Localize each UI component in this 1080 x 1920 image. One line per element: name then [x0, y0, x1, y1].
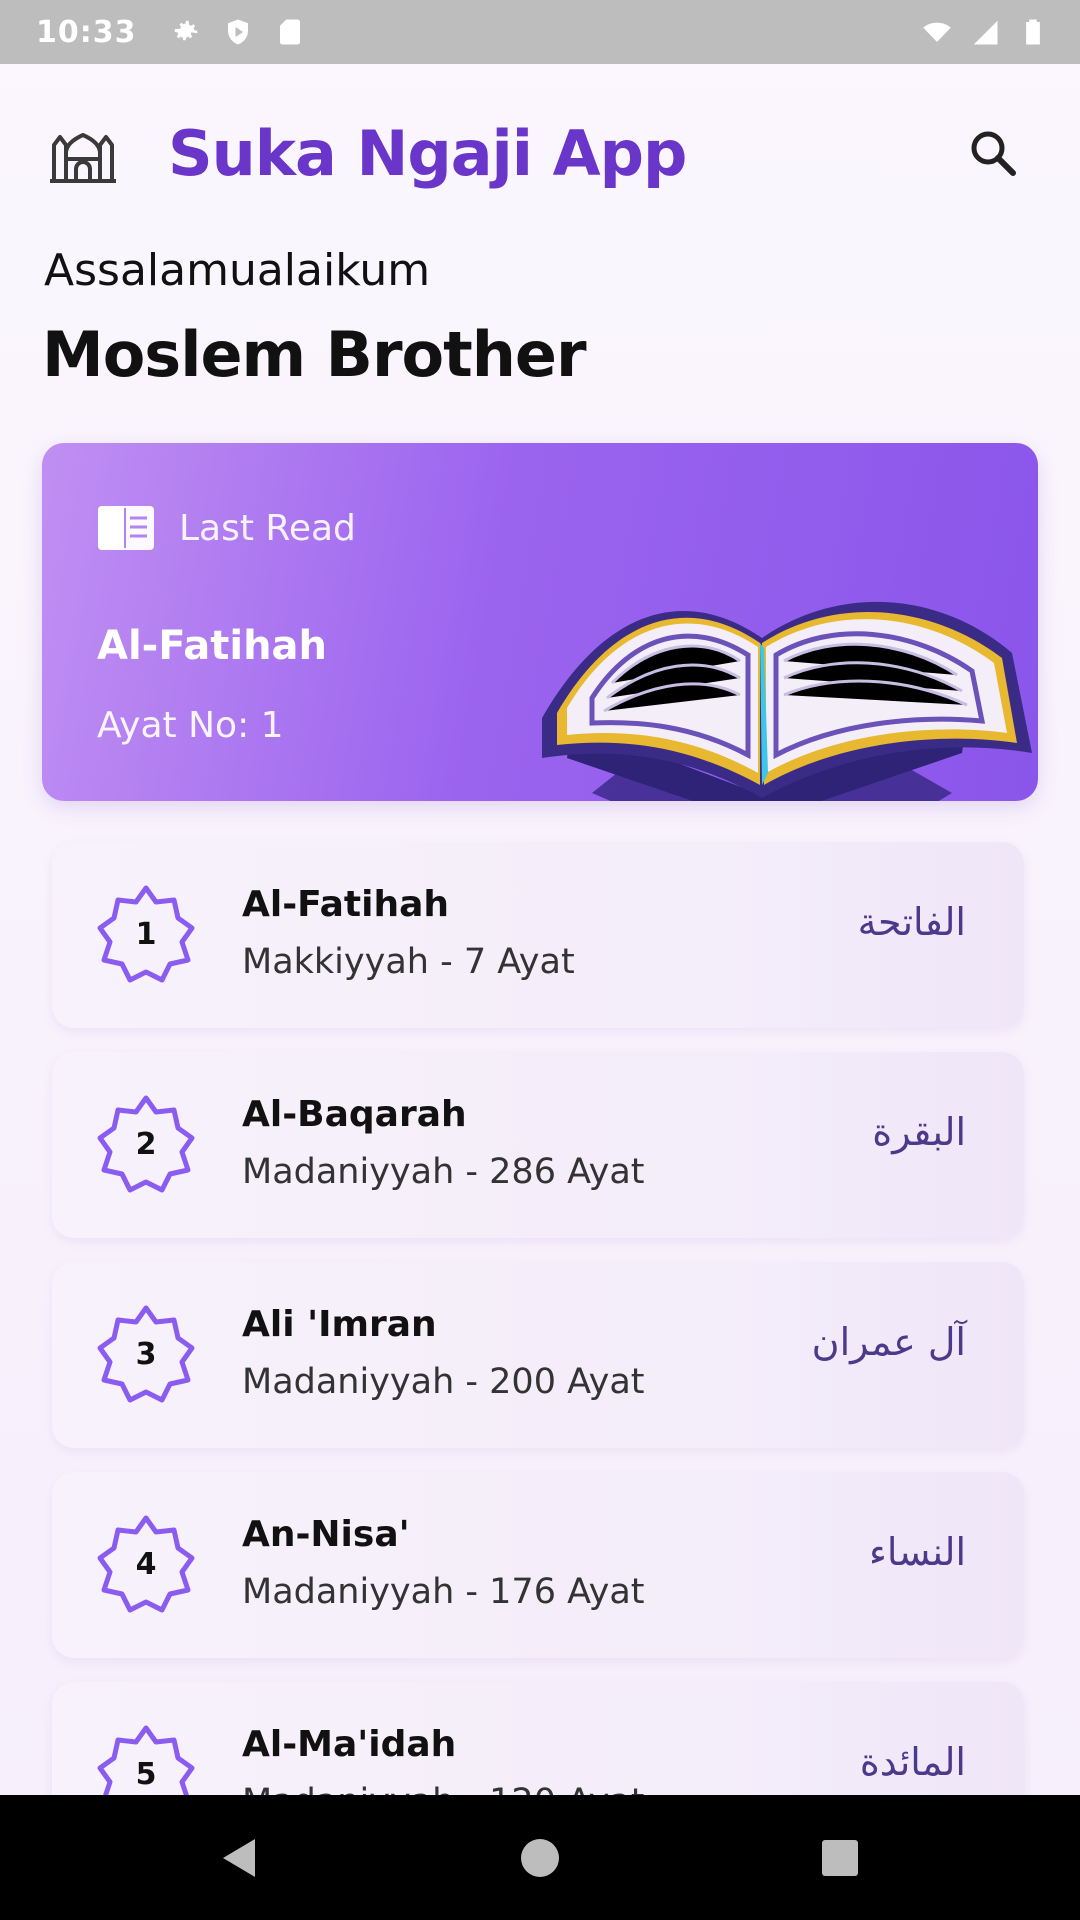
surah-name: Ali 'Imran	[242, 1304, 437, 1345]
surah-arabic-name: الفاتحة	[857, 900, 966, 944]
gear-icon	[171, 17, 201, 47]
app-title: Suka Ngaji App	[168, 117, 687, 190]
last-read-label-row: Last Read	[97, 505, 356, 551]
surah-name: Al-Fatihah	[242, 884, 450, 925]
surah-meta: Makkiyyah - 7 Ayat	[242, 942, 575, 982]
surah-number: 2	[135, 1126, 157, 1162]
status-icons-right	[922, 17, 1048, 47]
list-item[interactable]: 3 Ali 'Imran Madaniyyah - 200 Ayat آل عم…	[52, 1262, 1024, 1448]
surah-arabic-name: النساء	[869, 1530, 966, 1574]
last-read-ayat: Ayat No: 1	[97, 705, 284, 746]
navigation-bar	[0, 1795, 1080, 1920]
surah-arabic-name: المائدة	[859, 1740, 966, 1784]
signal-icon	[970, 17, 1000, 47]
surah-name: An-Nisa'	[242, 1514, 410, 1555]
surah-number-badge: 2	[94, 1092, 198, 1196]
surah-meta: Madaniyyah - 286 Ayat	[242, 1152, 645, 1192]
wifi-icon	[922, 17, 952, 47]
surah-number-badge: 3	[94, 1302, 198, 1406]
surah-meta: Madaniyyah - 200 Ayat	[242, 1362, 645, 1402]
user-name: Moslem Brother	[42, 318, 587, 391]
battery-icon	[1018, 17, 1048, 47]
mosque-icon[interactable]	[48, 123, 118, 185]
back-icon[interactable]	[215, 1833, 265, 1883]
status-time: 10:33	[36, 14, 137, 50]
app-header: Suka Ngaji App	[0, 95, 1080, 215]
surah-meta: Madaniyyah - 176 Ayat	[242, 1572, 645, 1612]
surah-arabic-name: البقرة	[872, 1110, 966, 1154]
home-icon[interactable]	[515, 1833, 565, 1883]
list-item[interactable]: 2 Al-Baqarah Madaniyyah - 286 Ayat البقر…	[52, 1052, 1024, 1238]
last-read-surah: Al-Fatihah	[97, 623, 328, 669]
surah-number-badge: 4	[94, 1512, 198, 1616]
surah-name: Al-Baqarah	[242, 1094, 467, 1135]
shield-icon	[223, 17, 253, 47]
open-quran-illustration	[542, 601, 1032, 801]
surah-number: 3	[135, 1336, 157, 1372]
list-item[interactable]: 1 Al-Fatihah Makkiyyah - 7 Ayat الفاتحة	[52, 842, 1024, 1028]
list-item[interactable]: 4 An-Nisa' Madaniyyah - 176 Ayat النساء	[52, 1472, 1024, 1658]
surah-arabic-name: آل عمران	[811, 1320, 966, 1364]
status-bar: 10:33	[0, 0, 1080, 64]
sd-card-icon	[275, 17, 305, 47]
status-icons-left	[171, 17, 305, 47]
greeting-text: Assalamualaikum	[44, 245, 431, 296]
book-icon	[98, 506, 154, 550]
surah-number-badge: 1	[94, 882, 198, 986]
search-icon[interactable]	[965, 125, 1021, 181]
surah-number: 1	[135, 916, 157, 952]
last-read-card[interactable]: Last Read Al-Fatihah Ayat No: 1	[42, 443, 1038, 801]
recents-icon[interactable]	[815, 1833, 865, 1883]
surah-name: Al-Ma'idah	[242, 1724, 457, 1765]
last-read-label: Last Read	[179, 507, 356, 549]
surah-number: 4	[135, 1546, 157, 1582]
